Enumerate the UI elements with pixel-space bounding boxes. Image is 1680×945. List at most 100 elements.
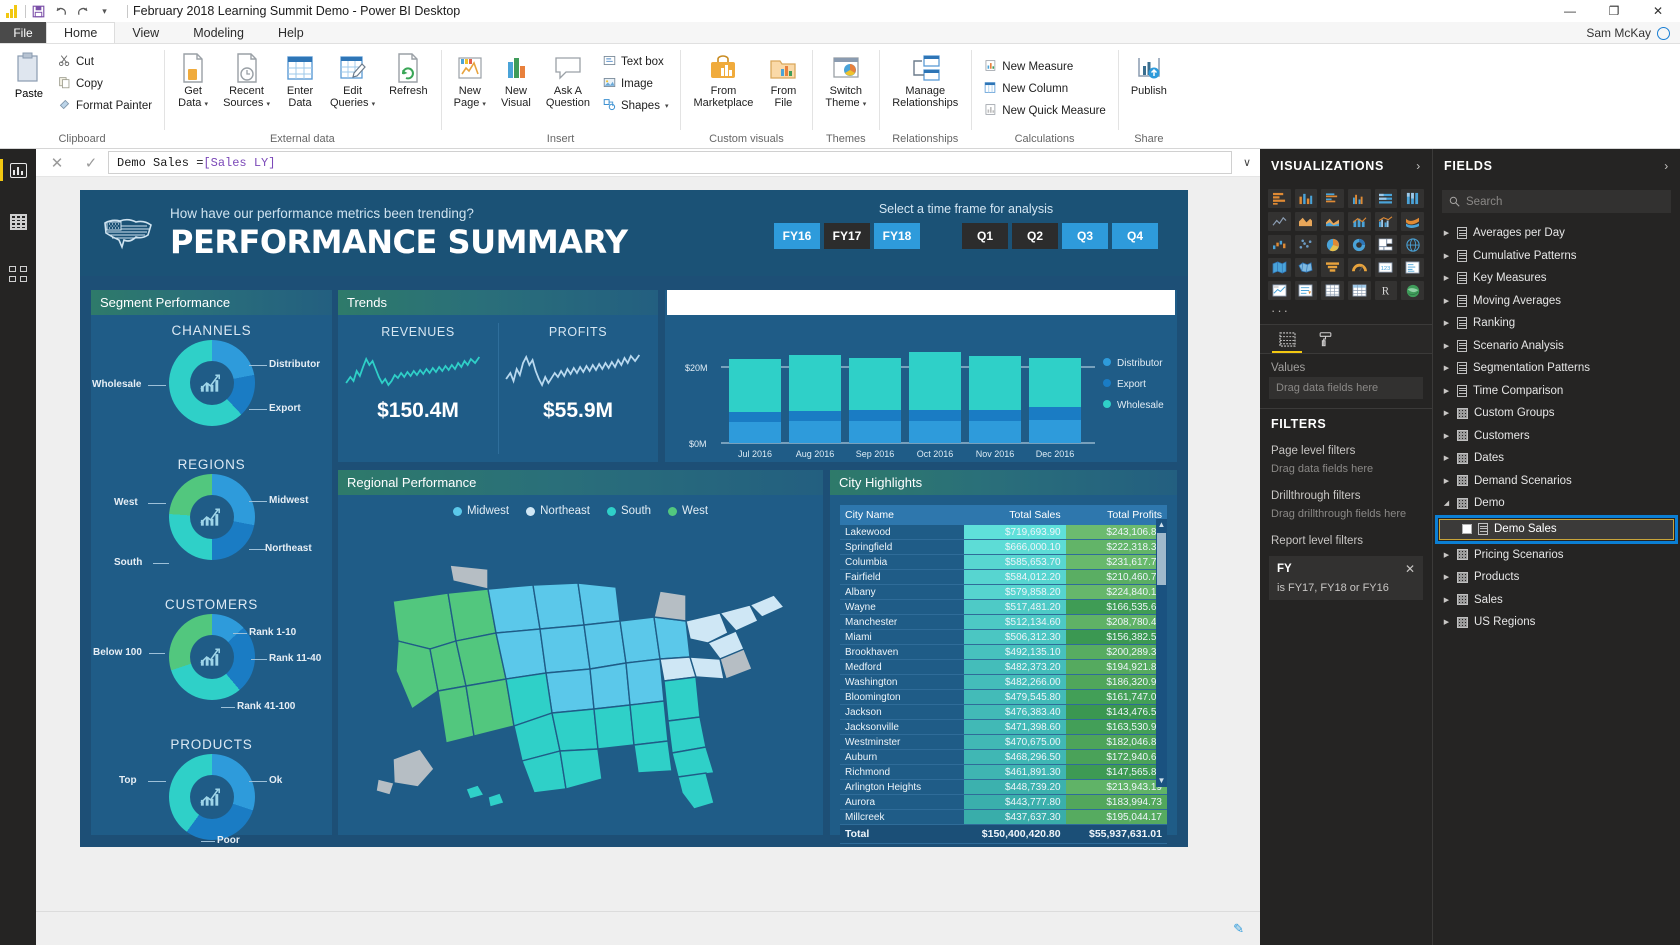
expand-pane-icon[interactable]: › [1664,159,1669,173]
table-row[interactable]: Brookhaven $492,135.10 $200,289.33 [840,644,1167,660]
table-row[interactable]: Albany $579,858.20 $224,840.14 [840,584,1167,600]
quarter-slicer[interactable]: Q1 Q2 Q3 Q4 [962,223,1158,249]
expand-pane-icon[interactable]: › [1416,159,1421,173]
text-box-button[interactable]: Text box [597,51,675,73]
table-icon[interactable] [1321,281,1344,300]
r-script-visual-icon[interactable]: R [1374,281,1398,300]
expand-arrow-icon[interactable]: ▶ [1442,409,1451,417]
table-row[interactable]: Westminster $470,675.00 $182,046.84 [840,734,1167,750]
matrix-icon[interactable] [1347,281,1371,300]
from-file-button[interactable]: From File [760,48,806,112]
field-item-dates[interactable]: ▶ Dates [1433,447,1680,470]
table-row[interactable]: Auburn $468,296.50 $172,940.60 [840,749,1167,765]
undo-icon[interactable] [53,4,68,19]
segment-performance-visual[interactable]: Segment Performance CHANNELS Distributor… [91,290,332,846]
fields-pane[interactable]: FIELDS › Search ▶ Averages per Day ▶ Cumula… [1432,149,1680,945]
ask-question-button[interactable]: Ask A Question [539,48,597,112]
formula-accept-button[interactable]: ✓ [74,150,108,176]
redo-icon[interactable] [75,4,90,19]
expand-arrow-icon[interactable]: ▶ [1442,454,1451,462]
values-drop-zone[interactable]: Drag data fields here [1269,377,1423,399]
new-page-button[interactable]: New Page ▾ [447,48,493,114]
ribbon[interactable]: Paste Cut Copy Format Painter Clipboard … [0,44,1680,149]
line-stacked-column-icon[interactable] [1347,212,1371,231]
tab-home[interactable]: Home [46,22,116,43]
expand-arrow-icon[interactable]: ▶ [1442,387,1451,395]
field-item-demo[interactable]: ◢ Demo [1433,492,1680,515]
customers-donut-chart[interactable] [168,614,255,700]
tab-help[interactable]: Help [261,22,321,43]
sidebar-item-data-view[interactable] [3,207,33,237]
customers-donut-block[interactable]: CUSTOMERS Rank 1-10 Rank 11-40 Rank 41-1… [91,597,332,731]
city-highlights-table[interactable]: City Name Total Sales Total Profits Lake… [840,505,1167,844]
slicer-fy16[interactable]: FY16 [774,223,820,249]
treemap-icon[interactable] [1374,235,1398,254]
drillthrough-filters-drop[interactable]: Drag drillthrough fields here [1260,505,1432,528]
products-donut-chart[interactable] [168,754,255,840]
table-row[interactable]: Richmond $461,891.30 $147,565.89 [840,764,1167,780]
table-row[interactable]: Jackson $476,383.40 $143,476.55 [840,704,1167,720]
sidebar-item-model-view[interactable] [3,259,33,289]
new-quick-measure-button[interactable]: New Quick Measure [977,100,1112,122]
visualizations-pane[interactable]: VISUALIZATIONS › 123 R ··· Values Drag da… [1260,149,1432,945]
field-item-custom-groups[interactable]: ▶ Custom Groups [1433,402,1680,425]
formula-input[interactable]: Demo Sales = [Sales LY] [108,151,1232,174]
multi-row-card-icon[interactable] [1401,258,1424,277]
save-icon[interactable] [31,4,46,19]
chevron-down-icon[interactable]: ▾ [204,101,208,108]
table-row[interactable]: Manchester $512,134.60 $208,780.44 [840,614,1167,630]
field-item-demo-sales[interactable]: Demo Sales [1439,518,1674,540]
funnel-chart-icon[interactable] [1321,258,1344,277]
field-item-scenario-analysis[interactable]: ▶ Scenario Analysis [1433,335,1680,358]
table-row[interactable]: Fairfield $584,012.20 $210,460.74 [840,569,1167,585]
field-item-moving-averages[interactable]: ▶ Moving Averages [1433,290,1680,313]
table-row[interactable]: Jacksonville $471,398.60 $163,530.92 [840,719,1167,735]
field-item-ranking[interactable]: ▶ Ranking [1433,312,1680,335]
table-row[interactable]: Springfield $666,000.10 $222,318.33 [840,539,1167,555]
products-donut-block[interactable]: PRODUCTS Ok Poor Top [91,737,332,847]
field-item-key-measures[interactable]: ▶ Key Measures [1433,267,1680,290]
ribbon-chart-icon[interactable] [1401,212,1424,231]
regional-performance-visual[interactable]: Regional Performance Midwest Northeast S… [338,470,823,835]
us-map-visual[interactable] [338,517,823,826]
arcgis-map-icon[interactable] [1401,281,1424,300]
table-row[interactable]: Millcreek $437,637.30 $195,044.17 [840,809,1167,825]
qat-dropdown-icon[interactable]: ▾ [97,4,112,19]
chevron-down-icon[interactable]: ▾ [665,102,669,110]
pie-chart-icon[interactable] [1321,235,1344,254]
regions-donut-block[interactable]: REGIONS Midwest Northeast South West [91,457,332,591]
scatter-chart-icon[interactable] [1294,235,1318,254]
channels-donut-block[interactable]: CHANNELS Distributor Export Wholesale [91,323,332,451]
switch-theme-button[interactable]: Switch Theme ▾ [818,48,873,114]
field-item-customers[interactable]: ▶ Customers [1433,425,1680,448]
legend-west[interactable]: West [668,505,708,517]
table-row[interactable]: Aurora $443,777.80 $183,994.73 [840,794,1167,810]
window-controls[interactable]: — ❐ ✕ [1548,0,1680,22]
stacked-area-chart-icon[interactable] [1321,212,1344,231]
kpi-icon[interactable] [1268,281,1291,300]
table-row[interactable]: Washington $482,266.00 $186,320.97 [840,674,1167,690]
legend-south[interactable]: South [606,505,651,517]
expand-arrow-icon[interactable]: ▶ [1442,252,1451,260]
user-account[interactable]: Sam McKay [1586,22,1670,44]
waterfall-chart-icon[interactable] [1268,235,1291,254]
regional-legend[interactable]: Midwest Northeast South West [338,495,823,517]
publish-button[interactable]: Publish [1124,48,1174,100]
scroll-thumb[interactable] [1157,533,1166,585]
user-avatar-icon[interactable] [1657,26,1670,40]
slicer-q1[interactable]: Q1 [962,223,1008,249]
regions-donut-chart[interactable] [168,474,255,560]
bar-chart-plot[interactable]: $20M $0M Jul 2016 Aug 2016 Sep 2016 Oct … [665,315,1177,462]
table-row[interactable]: Lakewood $719,693.90 $243,106.89 [840,525,1167,540]
close-button[interactable]: ✕ [1636,0,1680,22]
new-measure-button[interactable]: New Measure [977,56,1112,78]
tab-format[interactable] [1306,325,1344,353]
field-item-demand-scenarios[interactable]: ▶ Demand Scenarios [1433,470,1680,493]
field-item-products[interactable]: ▶ Products [1433,566,1680,589]
shapes-button[interactable]: Shapes ▾ [597,95,675,117]
scroll-up-arrow-icon[interactable]: ▲ [1156,519,1167,531]
gauge-icon[interactable] [1347,258,1371,277]
time-frame-slicer[interactable]: Select a time frame for analysis FY16 FY… [774,202,1158,249]
expand-arrow-icon[interactable]: ▶ [1442,229,1451,237]
donut-chart-icon[interactable] [1347,235,1371,254]
